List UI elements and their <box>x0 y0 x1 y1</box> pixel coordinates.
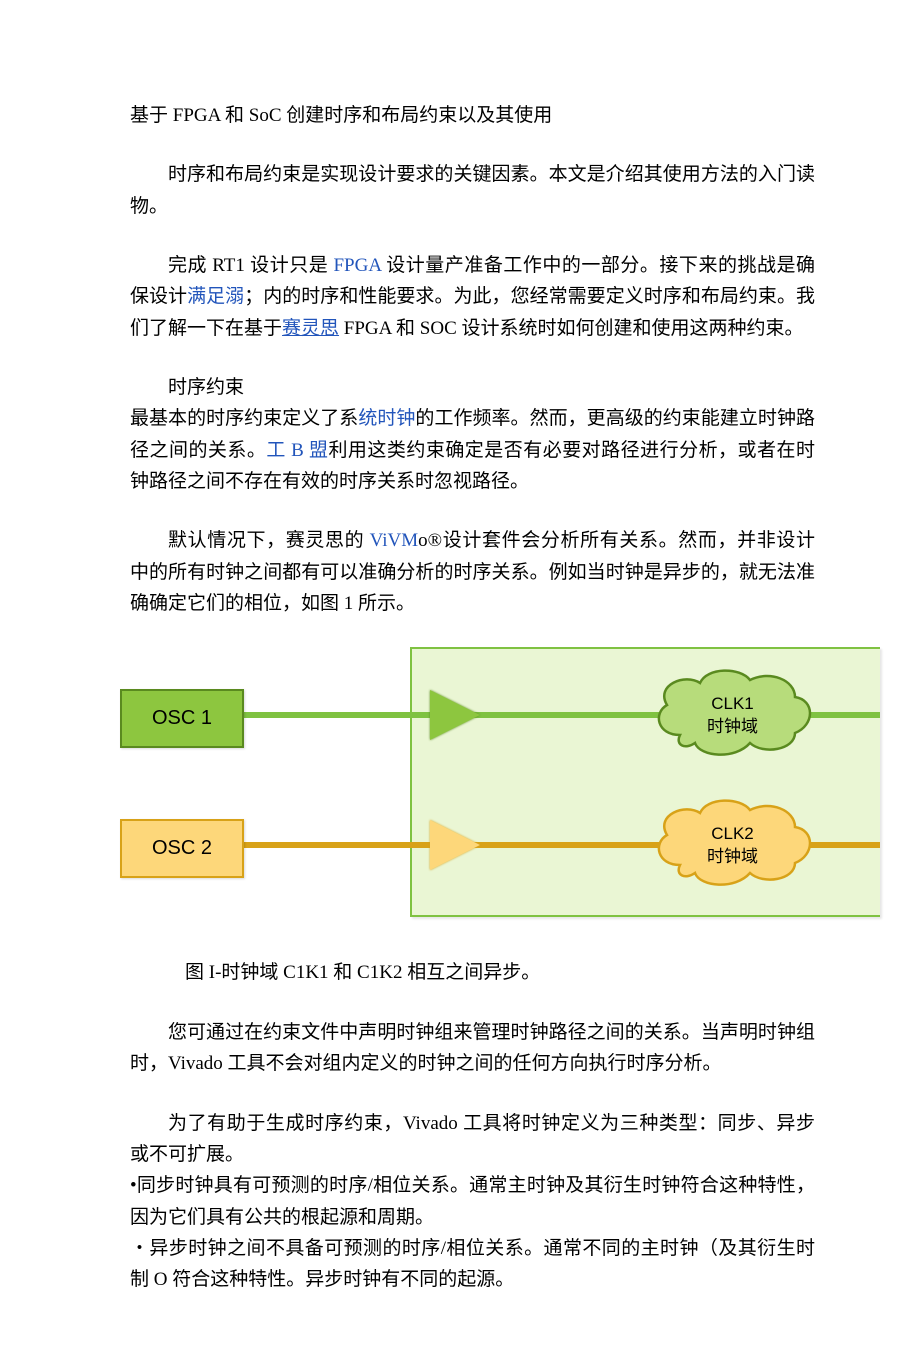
link-sysclock[interactable]: 统时钟 <box>358 408 415 429</box>
clk2-label: CLK2 <box>711 824 754 843</box>
clk1-domain-cloud: CLK1 时钟域 <box>645 665 820 760</box>
link-vivado[interactable]: ViVM <box>370 530 418 551</box>
bullet-sync: •同步时钟具有可预测的时序/相位关系。通常主时钟及其衍生时钟符合这种特性，因为它… <box>130 1170 815 1233</box>
paragraph-3: 最基本的时序约束定义了系统时钟的工作频率。然而，更高级的约束能建立时钟路径之间的… <box>130 403 815 497</box>
link-fpga[interactable]: FPGA <box>333 255 381 276</box>
link-xilinx[interactable]: 赛灵思 <box>282 318 339 339</box>
osc2-box: OSC 2 <box>120 819 244 878</box>
clk2-domain-label: 时钟域 <box>707 847 758 866</box>
text: 最基本的时序约束定义了系 <box>130 408 358 429</box>
buffer-icon-2 <box>430 820 480 870</box>
clock-domain-diagram: OSC 1 OSC 2 CLK1 时钟域 CLK2 时钟域 <box>120 647 880 917</box>
paragraph-4: 默认情况下，赛灵思的 ViVMo®设计套件会分析所有关系。然而，并非设计中的所有… <box>130 525 815 619</box>
paragraph-5: 您可通过在约束文件中声明时钟组来管理时钟路径之间的关系。当声明时钟组时，Viva… <box>130 1017 815 1080</box>
clk2-domain-cloud: CLK2 时钟域 <box>645 795 820 890</box>
text: 完成 RT1 设计只是 <box>168 255 333 276</box>
text: FPGA 和 SOC 设计系统时如何创建和使用这两种约束。 <box>339 318 804 339</box>
figure-caption: 图 I-时钟域 C1K1 和 C1K2 相互之间异步。 <box>185 957 815 988</box>
buffer-icon-1 <box>430 690 480 740</box>
clk1-domain-label: 时钟域 <box>707 717 758 736</box>
paragraph-6: 为了有助于生成时序约束，Vivado 工具将时钟定义为三种类型：同步、异步或不可… <box>130 1108 815 1171</box>
document-title: 基于 FPGA 和 SoC 创建时序和布局约束以及其使用 <box>130 100 815 131</box>
intro-paragraph: 时序和布局约束是实现设计要求的关键因素。本文是介绍其使用方法的入门读物。 <box>130 159 815 222</box>
link-gongbmeng[interactable]: 工 B 盟 <box>266 440 328 461</box>
link-manzu[interactable]: 满足溺 <box>187 286 244 307</box>
paragraph-2: 完成 RT1 设计只是 FPGA 设计量产准备工作中的一部分。接下来的挑战是确保… <box>130 250 815 344</box>
clk1-label: CLK1 <box>711 694 754 713</box>
bullet-async: ・异步时钟之间不具备可预测的时序/相位关系。通常不同的主时钟（及其衍生时制 O … <box>130 1233 815 1296</box>
text: 默认情况下，赛灵思的 <box>168 530 370 551</box>
osc1-box: OSC 1 <box>120 689 244 748</box>
heading-timing: 时序约束 <box>130 372 815 403</box>
